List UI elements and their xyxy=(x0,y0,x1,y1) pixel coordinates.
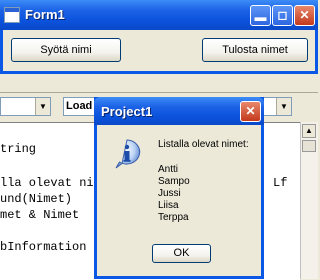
minimize-button[interactable]: ▬ xyxy=(250,5,271,26)
vertical-scrollbar[interactable]: ▲ xyxy=(300,122,318,279)
code-line: met & Nimet xyxy=(0,208,80,222)
procedure-combo-right[interactable]: ▼ xyxy=(262,97,292,116)
print-names-label: Tulosta nimet xyxy=(222,44,288,56)
form1-client: Syötä nimi Tulosta nimet xyxy=(3,30,315,71)
close-icon: ✕ xyxy=(245,104,256,118)
minimize-icon: ▬ xyxy=(254,10,267,24)
ok-button[interactable]: OK xyxy=(152,244,211,263)
code-line: und(Nimet) xyxy=(0,192,73,206)
name-item: Sampo xyxy=(158,176,190,187)
name-item: Antti xyxy=(158,164,179,175)
code-line: lla olevat ni xyxy=(0,176,94,190)
window-title: Form1 xyxy=(25,7,65,22)
print-names-button[interactable]: Tulosta nimet xyxy=(202,38,308,62)
info-icon xyxy=(115,139,141,169)
close-icon: ✕ xyxy=(299,8,310,22)
name-item: Liisa xyxy=(158,200,179,211)
message-heading: Listalla olevat nimet: xyxy=(158,139,249,150)
name-item: Jussi xyxy=(158,188,181,199)
chevron-down-icon[interactable]: ▼ xyxy=(276,98,291,115)
code-line: tring xyxy=(0,142,37,156)
chevron-down-icon[interactable]: ▼ xyxy=(35,98,50,115)
enter-name-label: Syötä nimi xyxy=(40,44,92,56)
form1-titlebar[interactable]: Form1 ▬ ◻ ✕ xyxy=(0,0,318,30)
maximize-button[interactable]: ◻ xyxy=(272,5,293,26)
procedure-combo-value: Load xyxy=(66,100,93,112)
msgbox-client: Listalla olevat nimet: Antti Sampo Jussi… xyxy=(97,125,261,276)
code-line: bInformation xyxy=(0,240,87,254)
code-line-overflow: Lf xyxy=(273,176,288,190)
message-box: Project1 ✕ Listalla olevat nimet: Antti … xyxy=(94,97,264,279)
close-button[interactable]: ✕ xyxy=(294,5,315,26)
enter-name-button[interactable]: Syötä nimi xyxy=(11,38,121,62)
form-icon xyxy=(4,7,20,23)
name-item: Terppa xyxy=(158,212,189,223)
object-combo[interactable]: ▼ xyxy=(0,97,51,116)
editor-toolbar xyxy=(0,74,318,93)
msgbox-title: Project1 xyxy=(101,104,153,119)
msgbox-titlebar[interactable]: Project1 ✕ xyxy=(94,97,264,125)
ok-label: OK xyxy=(173,247,190,259)
scroll-thumb[interactable] xyxy=(302,140,316,152)
msgbox-close-button[interactable]: ✕ xyxy=(240,101,261,122)
form1-window: Form1 ▬ ◻ ✕ Syötä nimi Tulosta nimet xyxy=(0,0,318,74)
maximize-icon: ◻ xyxy=(277,8,288,22)
scroll-up-icon[interactable]: ▲ xyxy=(302,124,316,138)
